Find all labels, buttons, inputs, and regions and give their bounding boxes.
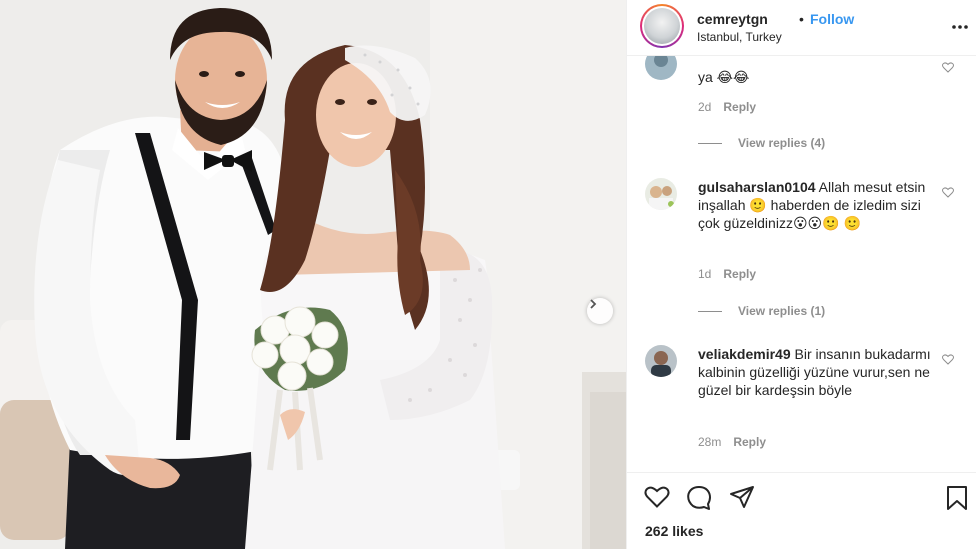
commenter-username[interactable]: veliakdemir49: [698, 346, 791, 362]
instagram-post-view: cemreytgn • Follow Istanbul, Turkey ya 😂…: [0, 0, 976, 549]
reply-button[interactable]: Reply: [723, 100, 756, 114]
commenter-avatar[interactable]: [645, 56, 677, 80]
comment-meta: 28m Reply: [698, 435, 766, 449]
reply-button[interactable]: Reply: [733, 435, 766, 449]
commenter-avatar[interactable]: [645, 178, 677, 210]
comment-like-icon[interactable]: [942, 354, 954, 365]
post-header: cemreytgn • Follow Istanbul, Turkey: [627, 0, 976, 56]
comment-text: veliakdemir49 Bir insanın bukadarmı kalb…: [698, 346, 931, 398]
heart-icon[interactable]: [644, 485, 670, 509]
wedding-couple-photo: [0, 0, 626, 549]
share-icon[interactable]: [729, 485, 755, 509]
comment-time: 2d: [698, 100, 712, 114]
bookmark-icon[interactable]: [946, 485, 968, 511]
comment-time: 1d: [698, 267, 712, 281]
reply-button[interactable]: Reply: [723, 267, 756, 281]
author-username[interactable]: cemreytgn: [697, 11, 768, 27]
header-separator: •: [799, 11, 804, 27]
next-photo-button[interactable]: [587, 298, 613, 324]
post-side-panel: cemreytgn • Follow Istanbul, Turkey ya 😂…: [626, 0, 976, 549]
post-actions: 262 likes: [627, 472, 976, 549]
post-location[interactable]: Istanbul, Turkey: [697, 30, 782, 44]
more-icon[interactable]: [951, 14, 969, 35]
chevron-right-icon: [590, 299, 597, 309]
comment-meta: 2d Reply: [698, 100, 756, 114]
comment-text: gulsaharslan0104 Allah mesut etsin inşal…: [698, 179, 926, 231]
post-photo[interactable]: [0, 0, 626, 549]
comment-text: ya 😂😂: [698, 69, 750, 85]
author-avatar[interactable]: [640, 4, 684, 48]
comment-like-icon[interactable]: [942, 187, 954, 198]
comment-like-icon[interactable]: [942, 62, 954, 73]
view-replies-button[interactable]: View replies (4): [698, 136, 825, 150]
likes-count[interactable]: 262 likes: [645, 523, 703, 539]
comment-icon[interactable]: [686, 485, 712, 511]
follow-button[interactable]: Follow: [810, 11, 854, 27]
view-replies-button[interactable]: View replies (1): [698, 304, 825, 318]
comments-list[interactable]: ya 😂😂 2d Reply View replies (4) gulsahar…: [627, 56, 976, 472]
commenter-username[interactable]: gulsaharslan0104: [698, 179, 816, 195]
commenter-avatar[interactable]: [645, 345, 677, 377]
comment-time: 28m: [698, 435, 722, 449]
comment-meta: 1d Reply: [698, 267, 756, 281]
